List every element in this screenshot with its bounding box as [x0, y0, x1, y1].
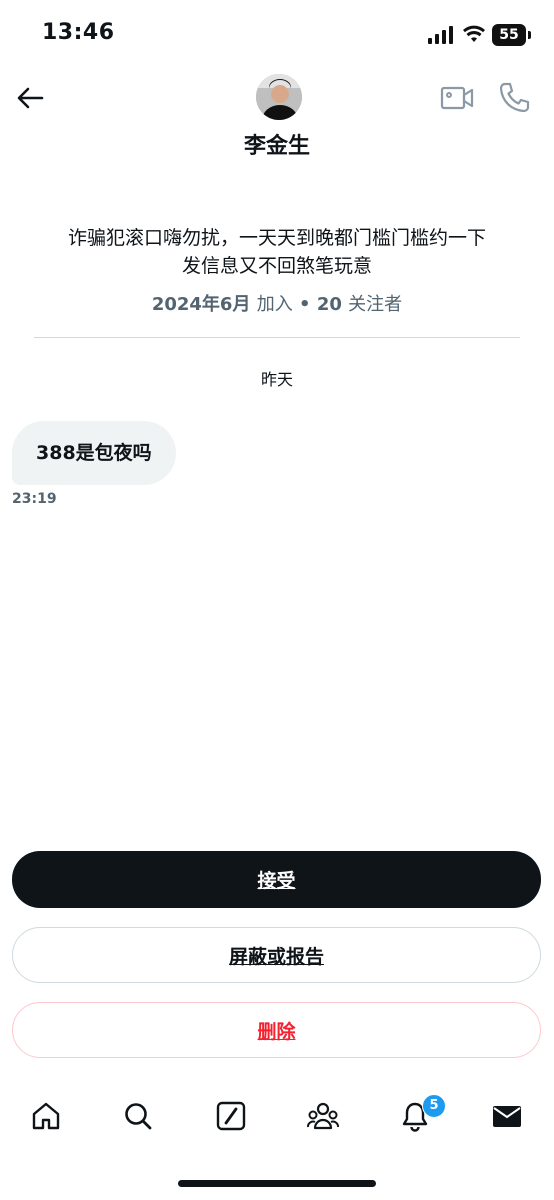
joined-date: 2024年6月: [151, 294, 251, 315]
joined-label: 加入: [256, 294, 293, 315]
communities-icon: [307, 1102, 339, 1130]
bio-line-1: 诈骗犯滚口嗨勿扰，一天天到晚都门槛门槛约一下: [67, 227, 486, 249]
block-or-report-button[interactable]: 屏蔽或报告: [12, 927, 541, 983]
message-bubble[interactable]: 388是包夜吗: [12, 421, 176, 485]
arrow-left-icon: [17, 87, 44, 109]
nav-messages[interactable]: [489, 1098, 525, 1134]
nav-grok[interactable]: [213, 1098, 249, 1134]
accept-button[interactable]: 接受: [12, 851, 541, 908]
bio-line-2: 发信息又不回煞笔玩意: [181, 255, 372, 277]
video-call-button[interactable]: [440, 82, 474, 114]
meta-separator: •: [299, 294, 311, 315]
delete-button[interactable]: 删除: [12, 1002, 541, 1058]
back-button[interactable]: [12, 80, 48, 116]
grok-icon: [216, 1101, 246, 1131]
status-time: 13:46: [42, 20, 115, 45]
followers-label[interactable]: 关注者: [348, 294, 402, 315]
nav-communities[interactable]: [305, 1098, 341, 1134]
voice-call-button[interactable]: [496, 80, 532, 116]
home-indicator[interactable]: [178, 1180, 376, 1187]
contact-name[interactable]: 李金生: [0, 128, 554, 160]
profile-meta: 2024年6月 加入 • 20 关注者: [0, 290, 554, 316]
video-camera-icon: [440, 86, 474, 110]
battery-indicator: 55: [492, 24, 531, 46]
phone-icon: [499, 82, 530, 113]
profile-bio: 诈骗犯滚口嗨勿扰，一天天到晚都门槛门槛约一下 发信息又不回煞笔玩意: [30, 224, 524, 280]
search-icon: [125, 1103, 152, 1130]
cellular-signal-icon: [428, 26, 453, 44]
wifi-icon: [463, 25, 485, 42]
message-timestamp: 23:19: [12, 491, 57, 507]
date-separator: 昨天: [260, 370, 293, 389]
mail-icon: [493, 1106, 521, 1127]
avatar[interactable]: [256, 74, 302, 120]
notification-badge: 5: [422, 1094, 446, 1118]
nav-search[interactable]: [120, 1098, 156, 1134]
nav-home[interactable]: [28, 1098, 64, 1134]
followers-count[interactable]: 20: [317, 294, 342, 315]
divider: [34, 337, 520, 338]
home-icon: [32, 1102, 60, 1130]
